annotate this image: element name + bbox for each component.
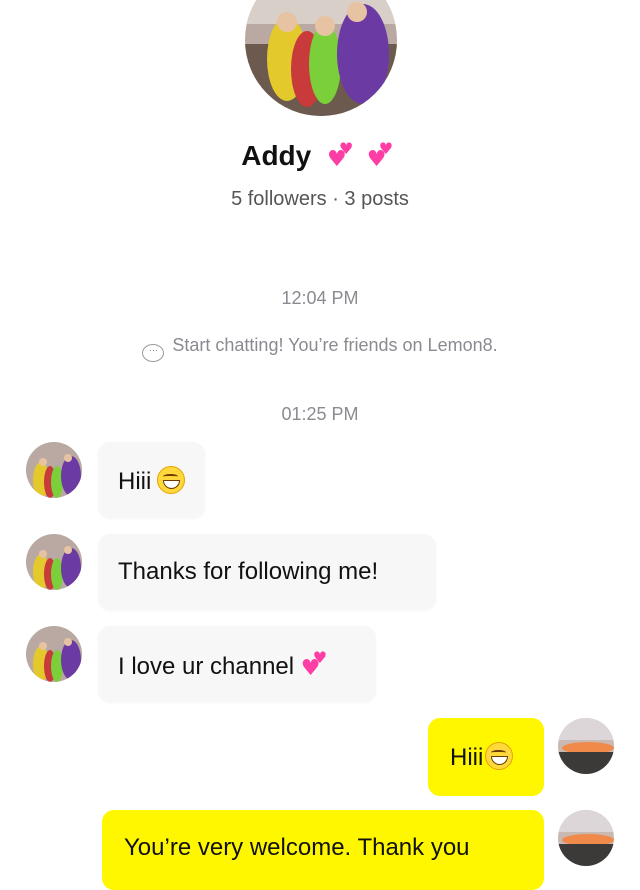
- timestamp: 01:25 PM: [281, 404, 359, 424]
- my-avatar[interactable]: [558, 810, 614, 866]
- my-avatar[interactable]: [558, 718, 614, 774]
- chat-bubble-icon: ···: [142, 344, 165, 362]
- timestamp: 12:04 PM: [281, 288, 359, 308]
- system-note: ··· Start chatting! You’re friends on Lem…: [0, 335, 640, 362]
- message-text: Hiii: [118, 468, 152, 495]
- system-note-text: Start chatting! You’re friends on Lemon8…: [172, 335, 498, 355]
- message-text: Thanks for following me!: [118, 558, 379, 585]
- message-bubble[interactable]: You’re very welcome. Thank you: [102, 810, 544, 890]
- sender-avatar[interactable]: [26, 626, 82, 682]
- message-text: You’re very welcome. Thank you: [124, 834, 470, 861]
- profile-stats: 5 followers · 3 posts: [231, 188, 409, 210]
- sender-avatar[interactable]: [26, 442, 82, 498]
- message-text: I love ur channel: [118, 653, 295, 680]
- grinning-face-icon: [157, 466, 186, 494]
- profile-name: Addy ♥ ♥ ♥ ♥: [0, 140, 640, 172]
- profile-name-text: Addy: [241, 140, 312, 171]
- message-bubble[interactable]: I love ur channel ♥ ♥: [98, 626, 376, 702]
- message-bubble[interactable]: Thanks for following me!: [98, 534, 436, 610]
- grinning-face-icon: [485, 742, 514, 770]
- message-bubble[interactable]: Hiii: [98, 442, 206, 518]
- message-text: Hiii: [450, 744, 484, 771]
- profile-avatar[interactable]: [245, 0, 397, 116]
- two-hearts-icon: ♥ ♥: [366, 139, 394, 172]
- sender-avatar[interactable]: [26, 534, 82, 590]
- message-bubble[interactable]: Hiii: [428, 718, 544, 796]
- two-hearts-icon: ♥ ♥: [327, 139, 354, 172]
- two-hearts-icon: ♥ ♥: [300, 648, 328, 681]
